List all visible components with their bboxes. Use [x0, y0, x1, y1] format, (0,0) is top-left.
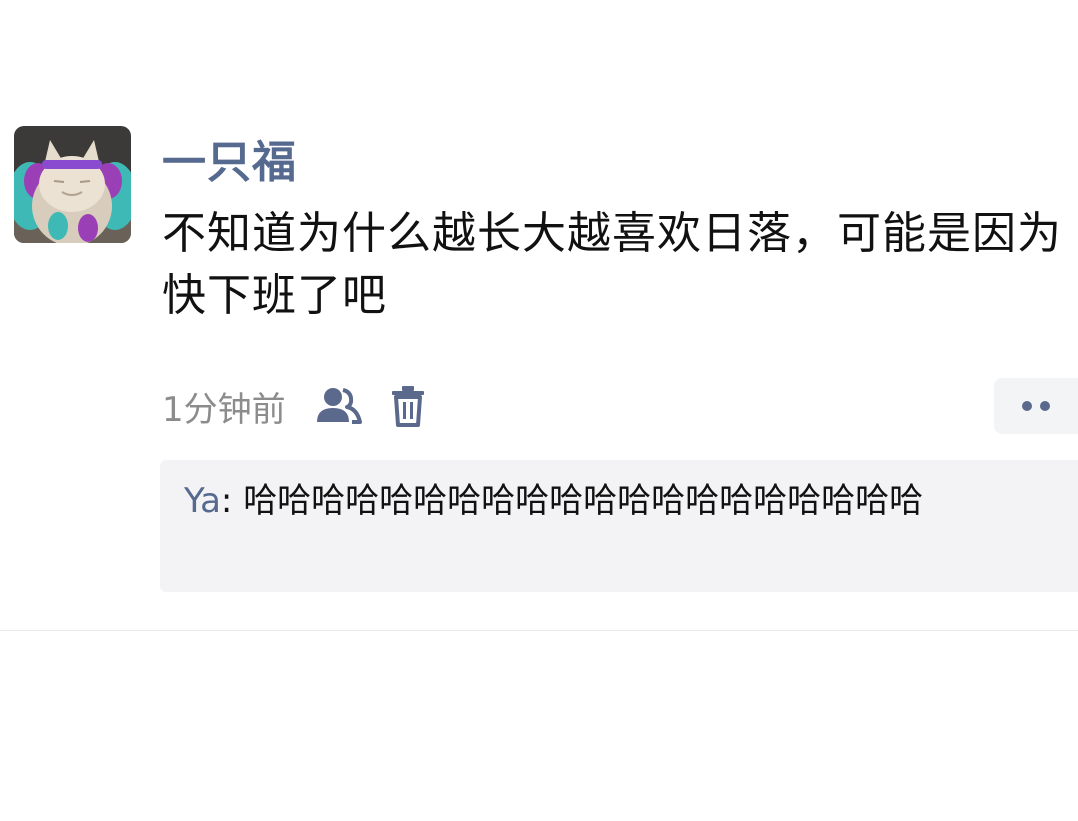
moment-post: 一只福 不知道为什么越长大越喜欢日落，可能是因为快下班了吧 1分钟前 Ya: 哈… — [0, 0, 1078, 631]
more-options-button[interactable] — [994, 378, 1078, 434]
friends-icon[interactable] — [316, 386, 362, 426]
post-meta-row: 1分钟前 — [162, 380, 426, 432]
trash-icon[interactable] — [390, 385, 426, 427]
comment-text: 哈哈哈哈哈哈哈哈哈哈哈哈哈哈哈哈哈哈哈哈 — [243, 481, 924, 521]
fluffy-cat-avatar-icon — [14, 126, 131, 243]
more-dots-icon — [1022, 401, 1050, 411]
comment-item[interactable]: Ya: 哈哈哈哈哈哈哈哈哈哈哈哈哈哈哈哈哈哈哈哈 — [184, 476, 1068, 526]
comment-section: Ya: 哈哈哈哈哈哈哈哈哈哈哈哈哈哈哈哈哈哈哈哈 — [160, 460, 1078, 592]
post-text: 不知道为什么越长大越喜欢日落，可能是因为快下班了吧 — [162, 208, 1062, 321]
comment-author[interactable]: Ya — [184, 481, 221, 521]
post-timestamp: 1分钟前 — [162, 389, 286, 430]
avatar[interactable] — [14, 126, 131, 243]
post-author-name[interactable]: 一只福 — [162, 136, 297, 190]
comment-separator: : — [220, 481, 244, 521]
